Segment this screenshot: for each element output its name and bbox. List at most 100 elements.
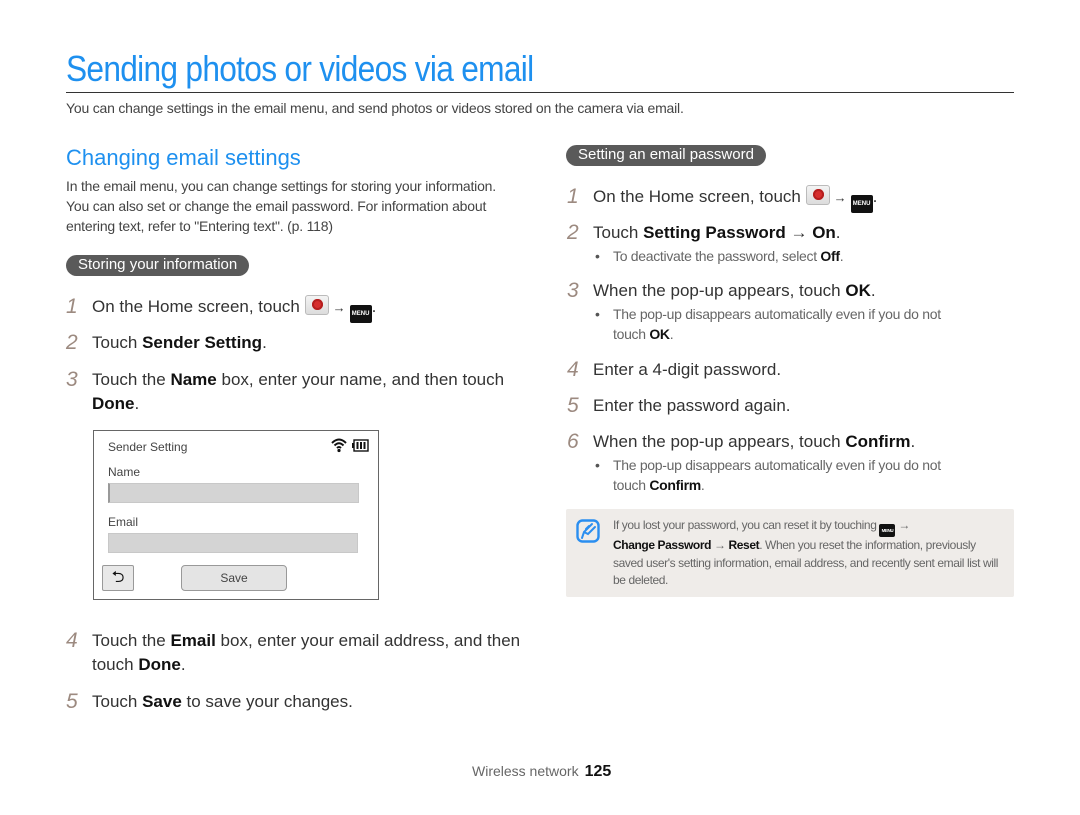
step-bold: Save — [142, 692, 182, 711]
right-step-6: 6 When the pop-up appears, touch Confirm… — [567, 430, 941, 495]
step-number: 3 — [66, 368, 78, 391]
step-text: Touch the — [92, 370, 171, 389]
left-step-2: 2 Touch Sender Setting. — [66, 331, 267, 355]
bullet-text-end: . — [839, 248, 844, 264]
status-icons — [330, 437, 370, 458]
step-number: 5 — [66, 690, 78, 713]
step-bold: OK — [845, 281, 871, 300]
save-button[interactable]: Save — [181, 565, 287, 591]
section-paragraph: In the email menu, you can change settin… — [66, 178, 496, 234]
step-number: 3 — [567, 279, 579, 302]
note-box: If you lost your password, you can reset… — [566, 509, 1014, 597]
bullet-bold: Confirm — [649, 477, 701, 493]
step-text: Enter a 4-digit password. — [593, 360, 782, 379]
note-bold: Change Password — [613, 538, 712, 552]
step-number: 2 — [66, 331, 78, 354]
email-app-icon — [304, 295, 329, 315]
step-text-end: . — [870, 281, 876, 300]
menu-icon: MENU — [850, 195, 873, 213]
step-text-end: . — [262, 333, 267, 352]
section-heading: Changing email settings — [66, 145, 301, 170]
step-text-end: . — [835, 223, 841, 242]
subsection-pill-password: Setting an email password — [566, 145, 766, 166]
bullet-note: • The pop-up disappears automatically eve… — [595, 455, 941, 495]
step-text-end: . — [872, 187, 878, 206]
step-number: 6 — [567, 430, 579, 453]
step-text: Touch the — [92, 631, 171, 650]
email-label: Email — [108, 515, 139, 529]
email-input[interactable] — [108, 533, 358, 553]
step-bold: Setting Password — [643, 223, 786, 242]
step-text-end: . — [180, 655, 186, 674]
back-button[interactable]: ⮌ — [102, 565, 134, 591]
step-number: 5 — [567, 394, 579, 417]
bullet-text: touch — [613, 326, 650, 342]
arrow-icon: → — [332, 300, 346, 315]
step-bold: Email — [170, 631, 216, 650]
title-divider — [66, 92, 1014, 93]
right-step-5: 5 Enter the password again. — [567, 394, 791, 418]
step-number: 4 — [567, 358, 579, 381]
right-step-1: 1 On the Home screen, touch → MENU. — [567, 185, 878, 213]
step-bold: Confirm — [845, 432, 911, 451]
name-label: Name — [108, 465, 141, 479]
intro-text: You can change settings in the email men… — [66, 100, 684, 116]
step-text-end: . — [910, 432, 916, 451]
note-pencil-icon — [576, 519, 600, 548]
step-text: On the Home screen, touch — [92, 297, 305, 316]
subsection-pill-storing: Storing your information — [66, 255, 250, 276]
right-step-4: 4 Enter a 4-digit password. — [567, 358, 782, 382]
step-bold: Name — [170, 370, 217, 389]
step-bold: Done — [138, 655, 181, 674]
step-text-end: . — [134, 394, 140, 413]
footer-section: Wireless network — [472, 763, 579, 779]
step-bold: Sender Setting — [142, 333, 263, 352]
note-text: If you lost your password, you can reset… — [613, 517, 1008, 590]
name-input[interactable] — [108, 483, 359, 503]
left-step-5: 5 Touch Save to save your changes. — [66, 690, 353, 714]
step-text: On the Home screen, touch — [593, 187, 806, 206]
bullet-note: • The pop-up disappears automatically eve… — [595, 304, 941, 344]
page-title: Sending photos or videos via email — [66, 48, 534, 89]
left-step-1: 1 On the Home screen, touch → MENU. — [66, 295, 376, 323]
step-bold: Done — [92, 394, 135, 413]
right-step-3: 3 When the pop-up appears, touch OK. • Th… — [567, 279, 941, 344]
step-number: 4 — [66, 629, 78, 652]
arrow-icon: → — [833, 190, 847, 205]
step-text: When the pop-up appears, touch — [593, 281, 846, 300]
bullet-bold: Off — [820, 248, 840, 264]
arrow-icon: → — [711, 538, 729, 552]
page-number: 125 — [584, 763, 612, 780]
step-text-mid: box, enter your email address, and then — [215, 631, 521, 650]
bullet-dot: • — [595, 248, 600, 264]
step-text: Touch — [92, 333, 143, 352]
bullet-text-end: . — [700, 477, 705, 493]
step-number: 2 — [567, 221, 579, 244]
bullet-text: The pop-up disappears automatically even… — [613, 306, 941, 322]
left-step-3: 3 Touch the Name box, enter your name, a… — [66, 368, 504, 416]
right-step-2: 2 Touch Setting Password → On. • To deact… — [567, 221, 844, 266]
step-text: touch — [92, 655, 139, 674]
arrow-icon: → — [785, 223, 813, 242]
menu-icon: MENU — [349, 305, 372, 323]
camera-screen-sender-setting: Sender Setting Name Email ⮌ Save — [93, 430, 379, 600]
page-footer: Wireless network 125 — [472, 763, 611, 781]
email-app-icon — [805, 185, 830, 205]
step-text: When the pop-up appears, touch — [593, 432, 846, 451]
bullet-dot: • — [595, 457, 600, 473]
back-arrow-icon: ⮌ — [111, 569, 125, 586]
bullet-text: The pop-up disappears automatically even… — [613, 457, 941, 473]
step-text-end: to save your changes. — [181, 692, 353, 711]
step-number: 1 — [66, 295, 78, 318]
step-text: Touch — [92, 692, 143, 711]
screen-title: Sender Setting — [108, 440, 188, 454]
note-line: If you lost your password, you can reset… — [613, 518, 880, 532]
bullet-bold: OK — [649, 326, 670, 342]
note-bold: Reset — [728, 538, 760, 552]
step-bold: On — [812, 223, 836, 242]
menu-icon: MENU — [879, 524, 896, 537]
bullet-text-end: . — [669, 326, 674, 342]
left-step-4: 4 Touch the Email box, enter your email … — [66, 629, 521, 677]
step-number: 1 — [567, 185, 579, 208]
bullet-dot: • — [595, 306, 600, 322]
